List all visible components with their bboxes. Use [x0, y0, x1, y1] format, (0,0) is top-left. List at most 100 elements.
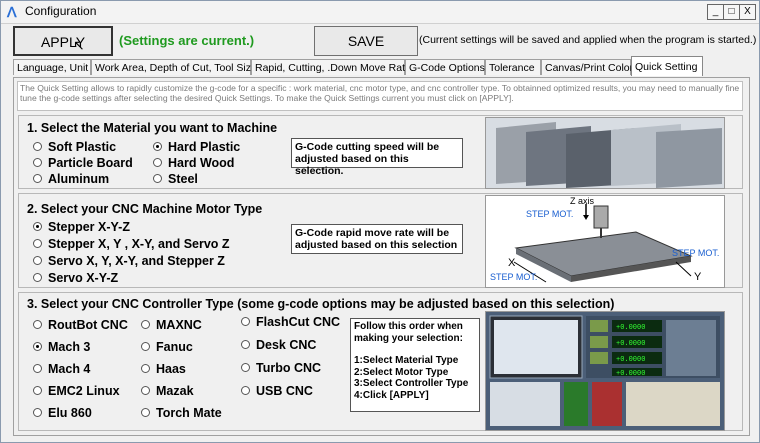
plastic-sheets-picture [486, 118, 724, 188]
radio-label: Servo X-Y-Z [48, 271, 119, 285]
radio-haas[interactable]: Haas [141, 362, 186, 376]
radio-label: Turbo CNC [256, 361, 322, 375]
quick-setting-description: The Quick Setting allows to rapidly cust… [17, 81, 743, 111]
radio-mach-3[interactable]: Mach 3 [33, 340, 90, 354]
material-samples-image [485, 117, 725, 189]
controller-screenshot-image: +0.0000 +0.0000 +0.0000 +0.0000 [485, 311, 725, 431]
radio-indicator [141, 386, 150, 395]
app-icon: ᐱ [7, 4, 17, 20]
radio-indicator [33, 174, 42, 183]
radio-servo-xyz[interactable]: Servo X-Y-Z [33, 271, 118, 285]
radio-label: Desk CNC [256, 338, 317, 352]
radio-desk-cnc[interactable]: Desk CNC [241, 338, 316, 352]
radio-label: RoutBot CNC [48, 318, 128, 332]
title-bar[interactable]: ᐱ Configuration _ □ X [1, 1, 759, 24]
radio-hard-plastic[interactable]: Hard Plastic [153, 140, 240, 154]
radio-label: Hard Wood [168, 156, 235, 170]
radio-label: Torch Mate [156, 406, 222, 420]
radio-usb-cnc[interactable]: USB CNC [241, 384, 313, 398]
radio-indicator [33, 222, 42, 231]
radio-indicator [33, 320, 42, 329]
radio-label: Stepper X, Y , X-Y, and Servo Z [48, 237, 230, 251]
save-label: SAVE [347, 33, 385, 49]
radio-indicator [33, 273, 42, 282]
configuration-window: ᐱ Configuration _ □ X APPLY ↖ (Settings … [0, 0, 760, 443]
note-line: 2:Select Motor Type [354, 366, 449, 378]
radio-indicator [33, 239, 42, 248]
apply-button[interactable]: APPLY [13, 26, 113, 56]
readout-value: +0.0000 [616, 370, 645, 378]
note-line: 3:Select Controller Type [354, 378, 469, 389]
tab-language-unit[interactable]: Language, Unit [13, 59, 91, 75]
radio-torch-mate[interactable]: Torch Mate [141, 406, 222, 420]
cursor-icon: ↖ [73, 37, 85, 53]
tab-gcode-options[interactable]: G-Code Options [405, 59, 485, 75]
radio-maxnc[interactable]: MAXNC [141, 318, 202, 332]
close-button[interactable]: X [739, 4, 756, 20]
tab-rapid-cutting[interactable]: Rapid, Cutting, .Down Move Rate [251, 59, 411, 75]
radio-indicator [141, 320, 150, 329]
radio-indicator [33, 158, 42, 167]
minimize-button[interactable]: _ [707, 4, 724, 20]
motor-section: 2. Select your CNC Machine Motor Type St… [18, 193, 743, 288]
radio-stepper-xyz[interactable]: Stepper X-Y-Z [33, 220, 130, 234]
radio-indicator [33, 342, 42, 351]
radio-label: Mach 4 [48, 362, 91, 376]
radio-stepper-xy-servo-z[interactable]: Stepper X, Y , X-Y, and Servo Z [33, 237, 230, 251]
note-line: 4:Click [APPLY] [354, 389, 429, 401]
radio-elu-860[interactable]: Elu 860 [33, 406, 92, 420]
radio-label: MAXNC [156, 318, 202, 332]
radio-aluminum[interactable]: Aluminum [33, 172, 109, 186]
cnc-axis-diagram: Z axis STEP MOT. STEP MOT. STEP MOT. X Y [485, 195, 725, 288]
maximize-button[interactable]: □ [723, 4, 740, 20]
radio-indicator [241, 363, 250, 372]
readout-value: +0.0000 [616, 340, 645, 348]
tab-quick-setting[interactable]: Quick Setting [631, 56, 703, 76]
save-button[interactable]: SAVE [314, 26, 418, 56]
controller-section: 3. Select your CNC Controller Type (some… [18, 292, 743, 431]
radio-label: Stepper X-Y-Z [48, 220, 130, 234]
radio-indicator [141, 408, 150, 417]
radio-indicator [141, 342, 150, 351]
radio-mach-4[interactable]: Mach 4 [33, 362, 90, 376]
z-axis-label: Z axis [570, 196, 595, 206]
radio-servo-xy-stepper-z[interactable]: Servo X, Y, X-Y, and Stepper Z [33, 254, 225, 268]
radio-indicator [241, 317, 250, 326]
window-title: Configuration [25, 4, 97, 18]
mach3-screen-picture: +0.0000 +0.0000 +0.0000 +0.0000 [486, 312, 724, 430]
radio-hard-wood[interactable]: Hard Wood [153, 156, 234, 170]
save-note: (Current settings will be saved and appl… [419, 34, 757, 46]
cnc-machine-drawing: Z axis STEP MOT. STEP MOT. STEP MOT. X Y [490, 196, 719, 283]
radio-soft-plastic[interactable]: Soft Plastic [33, 140, 116, 154]
tab-tolerance[interactable]: Tolerance [485, 59, 541, 75]
radio-label: Steel [168, 172, 198, 186]
radio-indicator [33, 408, 42, 417]
radio-emc2-linux[interactable]: EMC2 Linux [33, 384, 120, 398]
radio-label: Mazak [156, 384, 194, 398]
radio-indicator [153, 142, 162, 151]
quick-setting-panel: The Quick Setting allows to rapidly cust… [13, 77, 750, 436]
radio-fanuc[interactable]: Fanuc [141, 340, 193, 354]
radio-turbo-cnc[interactable]: Turbo CNC [241, 361, 321, 375]
radio-label: Fanuc [156, 340, 193, 354]
radio-label: FlashCut CNC [256, 315, 341, 329]
radio-flashcut-cnc[interactable]: FlashCut CNC [241, 315, 340, 329]
radio-routbot-cnc[interactable]: RoutBot CNC [33, 318, 128, 332]
controller-title: 3. Select your CNC Controller Type (some… [27, 297, 615, 311]
radio-steel[interactable]: Steel [153, 172, 198, 186]
radio-indicator [33, 364, 42, 373]
radio-indicator [241, 340, 250, 349]
tab-canvas-print-color[interactable]: Canvas/Print Color [541, 59, 633, 75]
radio-mazak[interactable]: Mazak [141, 384, 194, 398]
radio-label: EMC2 Linux [48, 384, 120, 398]
motor-title: 2. Select your CNC Machine Motor Type [27, 202, 263, 216]
radio-label: Haas [156, 362, 186, 376]
tab-work-area[interactable]: Work Area, Depth of Cut, Tool Size [91, 59, 257, 75]
radio-label: Servo X, Y, X-Y, and Stepper Z [48, 254, 225, 268]
z-step-motor-label: STEP MOT. [526, 209, 573, 219]
radio-indicator [33, 386, 42, 395]
selection-order-note: Follow this order when making your selec… [350, 318, 480, 412]
note-line: 1:Select Material Type [354, 355, 459, 366]
radio-particle-board[interactable]: Particle Board [33, 156, 133, 170]
y-axis-letter: Y [694, 271, 702, 283]
